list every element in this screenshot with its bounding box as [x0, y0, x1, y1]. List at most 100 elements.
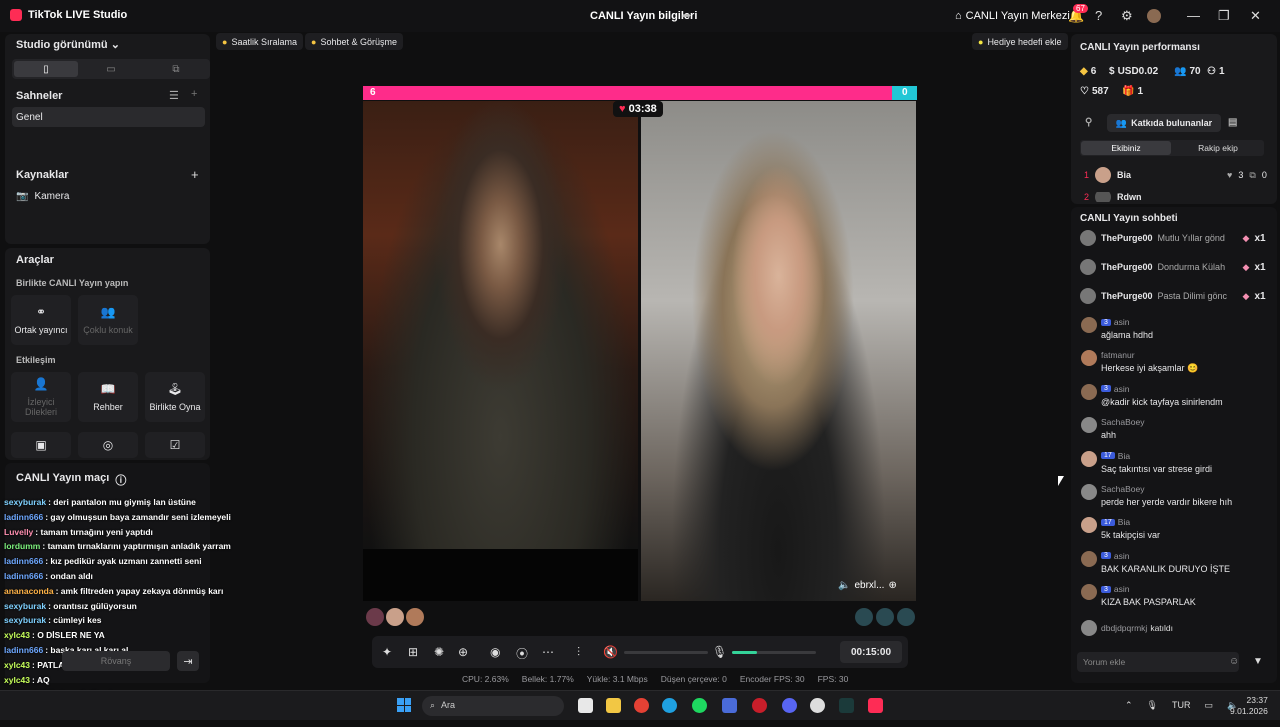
- avatar: [1081, 584, 1097, 601]
- gift-row: ThePurge00 Mutlu Yıllar gönd ◆ x1: [1080, 230, 1266, 246]
- microphone-icon[interactable]: 🎙: [1147, 700, 1158, 711]
- effects-icon[interactable]: ✺: [434, 645, 444, 659]
- sliders-icon[interactable]: ⫶: [577, 645, 580, 660]
- gift-goal-chip[interactable]: ● Hediye hedefi ekle: [972, 33, 1068, 50]
- stat-new-followers: ⚇ 1: [1207, 66, 1225, 77]
- minimize-icon[interactable]: —: [1187, 8, 1200, 23]
- list-icon[interactable]: ▤: [1228, 117, 1237, 128]
- add-source-icon[interactable]: +: [191, 167, 199, 182]
- avatar[interactable]: [386, 608, 404, 626]
- volume-slider[interactable]: [624, 651, 708, 654]
- joystick-icon: 🕹: [167, 382, 183, 396]
- stat-gifters: 🎁 1: [1122, 86, 1144, 97]
- scene-item-genel[interactable]: Genel: [12, 107, 205, 127]
- portrait-icon[interactable]: ▯: [14, 61, 78, 77]
- collab-title: Birlikte CANLI Yayın yapın: [16, 278, 129, 288]
- stats-bar: CPU: 2.63% Bellek: 1.77% Yükle: 3.1 Mbps…: [462, 674, 848, 684]
- stat-upload: Yükle: 3.1 Mbps: [586, 674, 648, 684]
- avatar: [1081, 383, 1097, 400]
- plus-box-icon[interactable]: ⊕: [458, 645, 468, 659]
- help-icon[interactable]: ?: [1095, 8, 1102, 23]
- contributor-row[interactable]: 2 Rdwn: [1084, 192, 1142, 202]
- list-icon[interactable]: ☰: [169, 89, 179, 102]
- tile-partial-3[interactable]: ☑: [145, 432, 205, 458]
- tab-your-team[interactable]: Ekibiniz: [1081, 141, 1171, 155]
- score-left: 6: [370, 87, 376, 98]
- stat-memory: Bellek: 1.77%: [521, 674, 574, 684]
- camera-switch-icon[interactable]: ⦿: [516, 645, 528, 662]
- source-item-camera[interactable]: 📷 Kamera: [16, 191, 69, 202]
- avatar[interactable]: [876, 608, 894, 626]
- spotify-icon[interactable]: [692, 698, 707, 713]
- chrome-icon[interactable]: [634, 698, 649, 713]
- tab-rival-team[interactable]: Rakip ekip: [1173, 141, 1263, 155]
- add-scene-icon[interactable]: +: [191, 88, 197, 100]
- chat-meet-chip[interactable]: ● Sohbet & Görüşme: [305, 33, 403, 50]
- contributor-row[interactable]: 1 Bia ♥ 3 ⧉ 0: [1084, 167, 1267, 183]
- task-view-icon[interactable]: [578, 698, 593, 713]
- multiguest-tile[interactable]: 👥 Çoklu konuk: [78, 295, 138, 345]
- tiktok-live-studio-icon[interactable]: [868, 698, 883, 713]
- guide-tile[interactable]: 📖 Rehber: [78, 372, 138, 422]
- opponent-name[interactable]: 🔈 ebrxl... ⊕: [838, 580, 897, 591]
- landscape-icon[interactable]: ▭: [79, 61, 143, 77]
- avatar[interactable]: [897, 608, 915, 626]
- app-icon[interactable]: [839, 698, 854, 713]
- fan-badge: 3: [1101, 552, 1111, 560]
- obs-icon[interactable]: [810, 698, 825, 713]
- avatar: [1081, 350, 1097, 367]
- play-together-tile[interactable]: 🕹 Birlikte Oyna: [145, 372, 205, 422]
- rematch-button[interactable]: Rövanş: [62, 651, 170, 671]
- mute-icon[interactable]: 🔇: [603, 645, 618, 659]
- user-settings-icon[interactable]: ⚲: [1085, 117, 1092, 128]
- tile-partial-1[interactable]: ▣: [11, 432, 71, 458]
- viewer-wishes-tile[interactable]: 👤 İzleyici Dilekleri: [11, 372, 71, 422]
- more-icon[interactable]: ⋯: [542, 645, 554, 659]
- live-center-link[interactable]: ⌂ CANLI Yayın Merkezi: [955, 10, 1070, 22]
- help-icon[interactable]: ⓘ: [115, 472, 126, 488]
- overlay-chat-line: xylc43: O DİSLER NE YA: [4, 630, 105, 640]
- chat-username: sexyburak: [4, 497, 47, 507]
- comment-input[interactable]: Yorum ekle: [1077, 652, 1239, 672]
- chat-message: 17 Bia 5k takipçisi var: [1081, 517, 1271, 547]
- windows-start-icon[interactable]: [397, 698, 411, 712]
- avatar[interactable]: [1147, 9, 1161, 23]
- opera-icon[interactable]: [752, 698, 767, 713]
- chat-icon: ●: [311, 36, 317, 47]
- send-icon[interactable]: ▼: [1253, 656, 1263, 667]
- avatar[interactable]: [366, 608, 384, 626]
- file-explorer-icon[interactable]: [606, 698, 621, 713]
- chevron-up-icon[interactable]: ⌃: [1125, 700, 1133, 711]
- avatar: [1080, 230, 1096, 246]
- gear-icon[interactable]: ⚙: [1121, 8, 1133, 24]
- tile-partial-2[interactable]: ◎: [78, 432, 138, 458]
- close-icon[interactable]: ✕: [1250, 8, 1261, 24]
- stat-diamonds: ◆ 6: [1080, 66, 1097, 77]
- exit-icon[interactable]: ⇥: [177, 651, 199, 671]
- clock[interactable]: 23:37 9.01.2026: [1230, 695, 1268, 717]
- taskbar-search[interactable]: ⌕ Ara: [422, 696, 564, 716]
- magic-wand-icon[interactable]: ✦: [382, 645, 392, 659]
- checkbox-icon: ☑: [169, 438, 181, 452]
- stat-usd: $ USD0.02: [1109, 66, 1159, 77]
- avatar[interactable]: [406, 608, 424, 626]
- discord-icon[interactable]: [782, 698, 797, 713]
- microphone-icon[interactable]: 🎙: [712, 645, 727, 659]
- language-indicator[interactable]: TUR: [1172, 700, 1191, 711]
- record-icon[interactable]: ◉: [490, 645, 500, 659]
- edge-icon[interactable]: [662, 698, 677, 713]
- contributors-button[interactable]: 👥 Katkıda bulunanlar: [1107, 114, 1221, 132]
- mic-slider[interactable]: [732, 651, 816, 654]
- title-bar: TikTok LIVE Studio CANLI Yayın bilgileri…: [0, 0, 1280, 32]
- emoji-icon[interactable]: ☺: [1229, 656, 1239, 667]
- hourly-ranking-chip[interactable]: ● Saatlik Sıralama: [216, 33, 303, 50]
- share-icon[interactable]: ➦: [682, 9, 691, 22]
- studio-view-dropdown[interactable]: Studio görünümü ⌄: [16, 38, 120, 51]
- dual-icon[interactable]: ⧉: [144, 61, 208, 77]
- layout-icon[interactable]: ⊞: [408, 645, 418, 659]
- network-icon[interactable]: ▭: [1204, 700, 1213, 711]
- maximize-icon[interactable]: ❐: [1218, 8, 1230, 24]
- avatar[interactable]: [855, 608, 873, 626]
- steam-icon[interactable]: [722, 698, 737, 713]
- cohost-tile[interactable]: ⚭ Ortak yayıncı: [11, 295, 71, 345]
